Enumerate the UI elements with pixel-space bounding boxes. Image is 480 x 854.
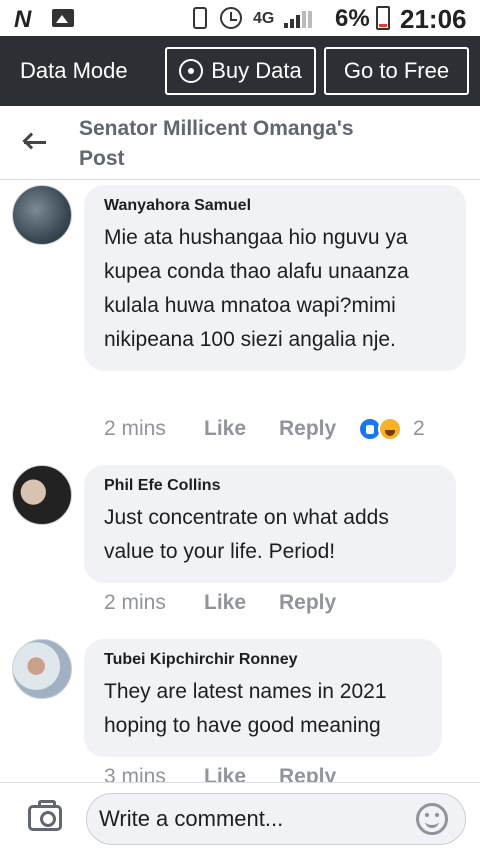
avatar[interactable] (12, 639, 72, 699)
n-logo-icon: N (14, 6, 31, 33)
comment-time: 3 mins (104, 765, 166, 782)
comment-compose-bar: Write a comment... (0, 782, 480, 854)
comment-actions: 2 mins Like Reply (104, 591, 404, 621)
comment-actions: 2 mins Like Reply 2 (104, 417, 464, 447)
comment-author[interactable]: Wanyahora Samuel (104, 197, 446, 215)
reply-button[interactable]: Reply (279, 765, 336, 782)
status-bar: N 4G 6% 21:06 (0, 0, 480, 36)
post-header: Senator Millicent Omanga's Post (0, 106, 480, 180)
gallery-icon (52, 9, 74, 27)
like-button[interactable]: Like (204, 765, 246, 782)
like-button[interactable]: Like (204, 591, 246, 615)
comment-bubble[interactable]: Tubei Kipchirchir Ronney They are latest… (84, 639, 442, 757)
signal-icon (284, 10, 316, 28)
avatar[interactable] (12, 465, 72, 525)
emoji-icon[interactable] (416, 803, 448, 835)
page-title: Senator Millicent Omanga's Post (79, 117, 354, 170)
network-type: 4G (253, 10, 275, 27)
data-mode-bar: Data Mode Buy Data Go to Free (0, 36, 480, 106)
comment-author[interactable]: Tubei Kipchirchir Ronney (104, 651, 422, 669)
comment-bubble[interactable]: Phil Efe Collins Just concentrate on wha… (84, 465, 456, 583)
comment-author[interactable]: Phil Efe Collins (104, 477, 436, 495)
camera-icon[interactable] (28, 800, 62, 831)
go-to-free-button[interactable]: Go to Free (324, 47, 469, 95)
reply-button[interactable]: Reply (279, 591, 336, 615)
comment-bubble[interactable]: Wanyahora Samuel Mie ata hushangaa hio n… (84, 185, 466, 371)
broadcast-icon (179, 59, 204, 83)
clock: 21:06 (400, 4, 467, 34)
buy-data-button[interactable]: Buy Data (165, 47, 316, 95)
comment-time: 2 mins (104, 417, 166, 440)
buy-data-label: Buy Data (211, 58, 302, 83)
avatar[interactable] (12, 185, 72, 245)
comment-time: 2 mins (104, 591, 166, 614)
data-mode-label: Data Mode (20, 58, 128, 83)
go-to-free-label: Go to Free (343, 58, 450, 83)
alarm-icon (220, 7, 242, 29)
battery-percent: 6% (335, 5, 370, 32)
comment-actions: 3 mins Like Reply (104, 765, 404, 782)
phone-icon (193, 7, 207, 29)
like-button[interactable]: Like (204, 417, 246, 441)
reply-button[interactable]: Reply (279, 417, 336, 441)
comment-text: Just concentrate on what adds value to y… (104, 506, 389, 563)
comment-text: Mie ata hushangaa hio nguvu ya kupea con… (104, 226, 409, 351)
haha-reaction-icon[interactable] (378, 417, 402, 441)
battery-icon (376, 6, 390, 30)
comment-list[interactable]: Wanyahora Samuel Mie ata hushangaa hio n… (0, 181, 480, 782)
reaction-count[interactable]: 2 (413, 417, 425, 441)
comment-text: They are latest names in 2021 hoping to … (104, 680, 387, 737)
back-arrow-icon[interactable] (22, 132, 48, 154)
comment-input[interactable]: Write a comment... (86, 793, 466, 845)
